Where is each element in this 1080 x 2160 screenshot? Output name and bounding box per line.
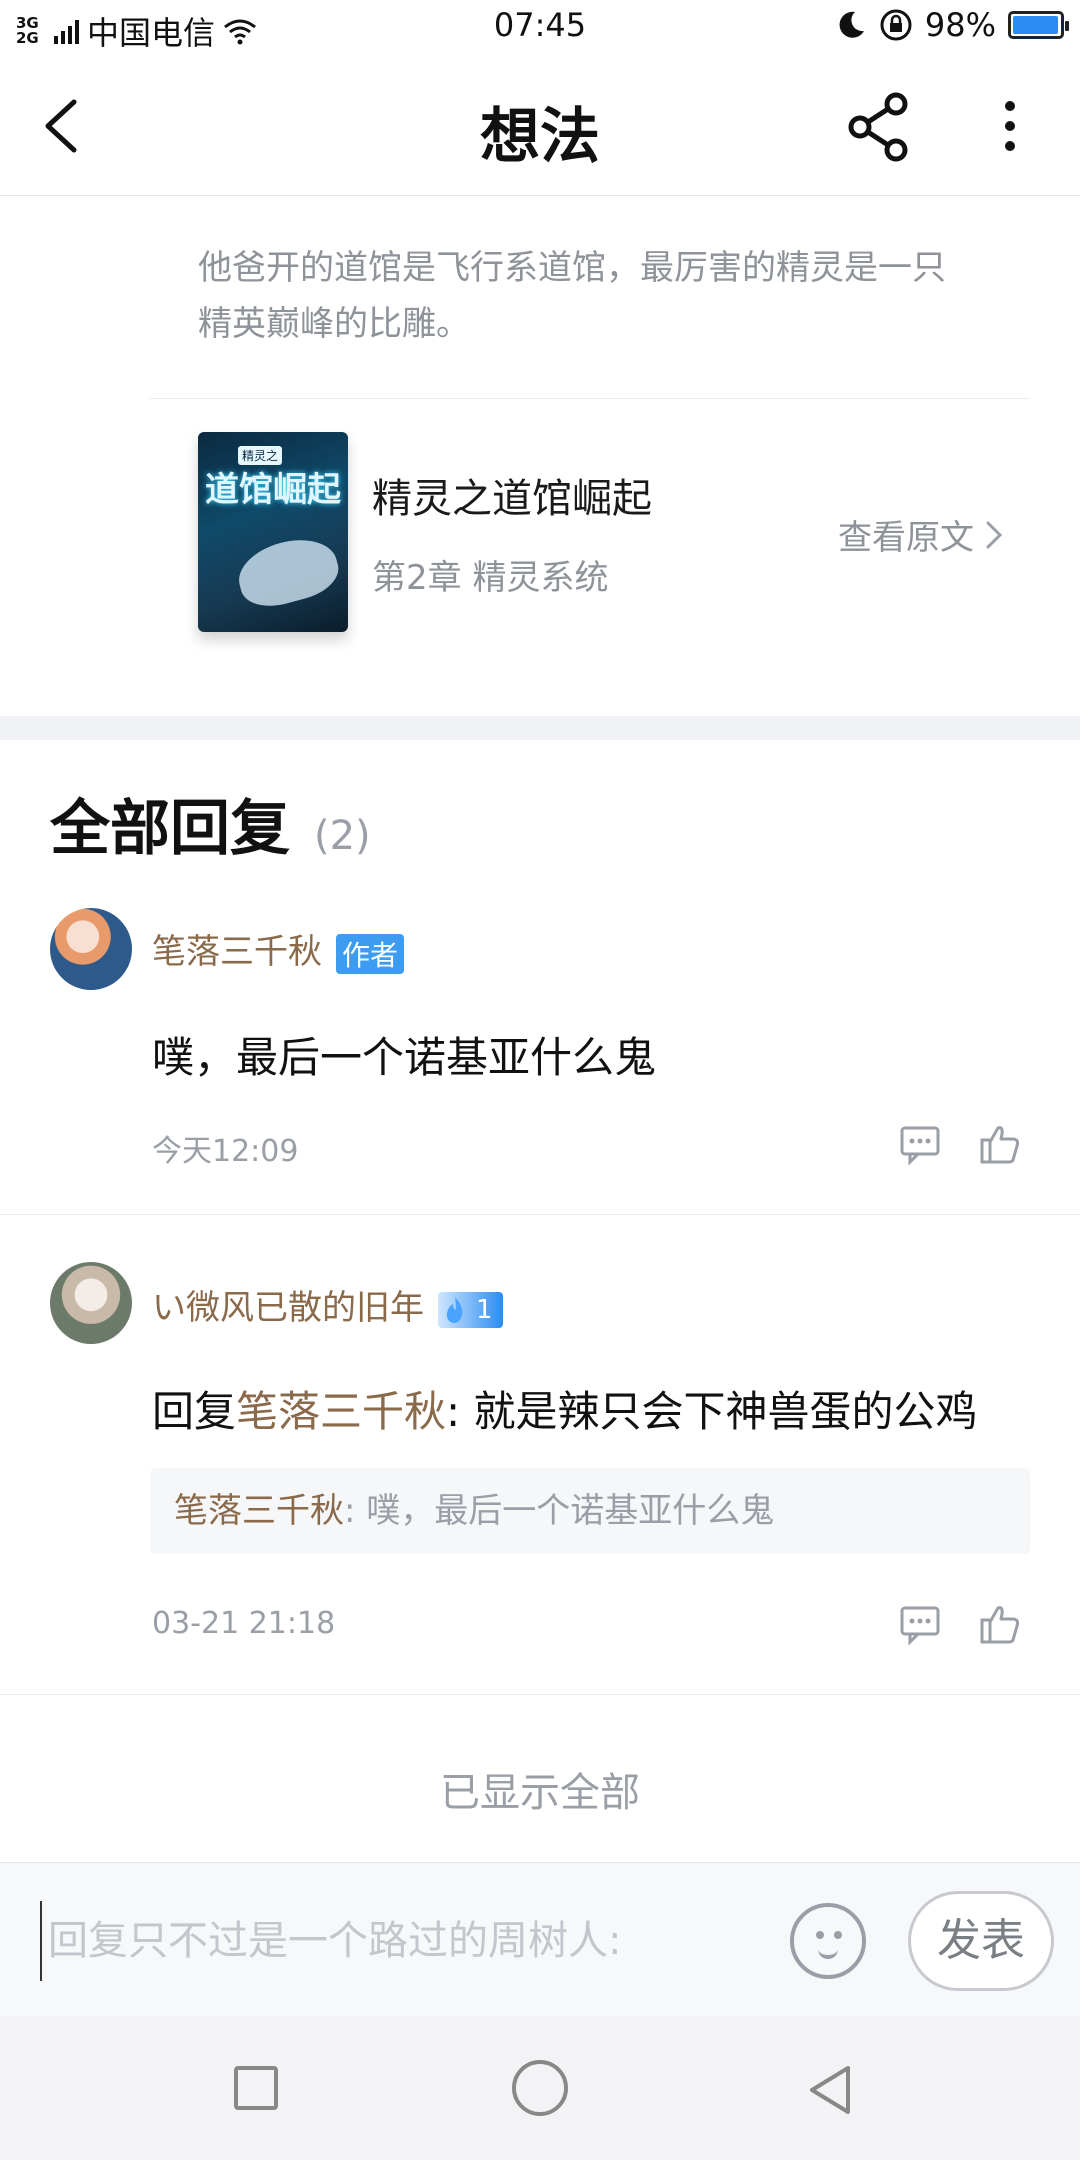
system-nav-bar xyxy=(0,2016,1080,2160)
divider xyxy=(0,1214,1080,1215)
emoji-icon[interactable] xyxy=(790,1903,866,1979)
book-cover[interactable]: 精灵之 道馆崛起 xyxy=(198,432,348,632)
comment-icon[interactable] xyxy=(898,1122,942,1166)
more-vertical-icon[interactable] xyxy=(990,96,1030,156)
divider xyxy=(0,1694,1080,1695)
reply-text: 回复笔落三千秋: 就是辣只会下神兽蛋的公鸡 xyxy=(152,1378,978,1439)
reply-username[interactable]: い微风已散的旧年 1 xyxy=(152,1280,503,1329)
thumbs-up-icon[interactable] xyxy=(978,1122,1022,1166)
recents-icon[interactable] xyxy=(234,2066,278,2110)
share-icon[interactable] xyxy=(846,92,916,162)
section-separator xyxy=(0,716,1080,740)
reply-prefix: 回复 xyxy=(152,1387,237,1436)
thumbs-up-icon[interactable] xyxy=(978,1602,1022,1646)
username-text: 笔落三千秋 xyxy=(152,932,322,972)
avatar[interactable] xyxy=(50,908,132,990)
page-title: 想法 xyxy=(480,102,600,172)
app-header: 想法 xyxy=(0,56,1080,196)
reply-text: 噗，最后一个诺基亚什么鬼 xyxy=(152,1033,657,1082)
moon-icon xyxy=(839,11,864,38)
status-bar: 3G 2G 中国电信 07:45 98% xyxy=(0,0,1080,56)
cover-illustration xyxy=(231,530,345,614)
reply-input[interactable] xyxy=(40,1901,740,1981)
reply-time: 今天12:09 xyxy=(152,1134,299,1169)
fan-level-value: 1 xyxy=(476,1294,493,1325)
view-original-label: 查看原文 xyxy=(838,518,974,558)
quoted-passage: 他爸开的道馆是飞行系道馆，最厉害的精灵是一只精英巅峰的比雕。 xyxy=(198,248,946,344)
all-shown-notice: 已显示全部 xyxy=(440,1770,640,1816)
fan-level-badge: 1 xyxy=(438,1291,503,1328)
reply-username[interactable]: 笔落三千秋 作者 xyxy=(152,924,405,974)
rotation-lock-icon xyxy=(880,9,912,41)
page: 3G 2G 中国电信 07:45 98% 想法 他爸开的道馆是飞行系道馆，最厉害… xyxy=(0,0,1080,2160)
back-triangle-icon[interactable] xyxy=(800,2060,860,2120)
send-button[interactable]: 发表 xyxy=(908,1891,1054,1991)
replies-header: 全部回复 (2) xyxy=(50,780,371,867)
cover-title: 道馆崛起 xyxy=(205,470,341,510)
view-original-link[interactable]: 查看原文 xyxy=(838,510,1004,559)
replies-count: (2) xyxy=(314,813,371,859)
avatar[interactable] xyxy=(50,1262,132,1344)
reply-time: 03-21 21:18 xyxy=(152,1606,336,1641)
book-card[interactable]: 精灵之 道馆崛起 精灵之道馆崛起 第2章 精灵系统 查看原文 xyxy=(150,420,1030,660)
comment-icon[interactable] xyxy=(898,1602,942,1646)
replies-title: 全部回复 xyxy=(50,794,290,864)
reply-target-user[interactable]: 笔落三千秋 xyxy=(236,1387,446,1436)
book-chapter: 第2章 精灵系统 xyxy=(372,558,609,598)
home-icon[interactable] xyxy=(512,2060,568,2116)
reply-body: : 就是辣只会下神兽蛋的公鸡 xyxy=(446,1387,978,1436)
divider xyxy=(150,398,1030,399)
username-text: い微风已散的旧年 xyxy=(152,1288,424,1328)
book-title: 精灵之道馆崛起 xyxy=(372,476,652,522)
compose-bar: 发表 xyxy=(0,1862,1080,2016)
quoted-reply: 笔落三千秋: 噗，最后一个诺基亚什么鬼 xyxy=(150,1468,1030,1554)
status-right: 98% xyxy=(835,6,1069,44)
battery-icon xyxy=(1008,11,1069,39)
author-badge: 作者 xyxy=(336,933,405,974)
quoted-user[interactable]: 笔落三千秋 xyxy=(174,1491,344,1531)
battery-percent: 98% xyxy=(924,6,996,44)
quoted-text: : 噗，最后一个诺基亚什么鬼 xyxy=(344,1491,775,1531)
chevron-right-icon xyxy=(986,521,1003,548)
flame-icon xyxy=(446,1296,463,1323)
